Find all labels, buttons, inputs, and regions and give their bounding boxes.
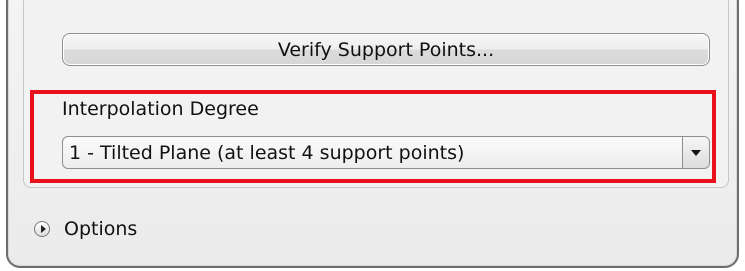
verify-support-points-label: Verify Support Points... — [277, 38, 495, 61]
options-label: Options — [64, 218, 138, 240]
interpolation-degree-value: 1 - Tilted Plane (at least 4 support poi… — [69, 142, 465, 164]
options-expander[interactable]: Options — [34, 218, 137, 240]
verify-support-points-button[interactable]: Verify Support Points... — [62, 33, 710, 66]
interpolation-degree-dropdown[interactable]: 1 - Tilted Plane (at least 4 support poi… — [62, 136, 710, 169]
chevron-down-icon — [691, 149, 701, 156]
dropdown-arrow-button[interactable] — [682, 137, 709, 168]
interpolation-degree-label: Interpolation Degree — [62, 98, 259, 120]
expand-arrow-icon[interactable] — [34, 221, 50, 237]
